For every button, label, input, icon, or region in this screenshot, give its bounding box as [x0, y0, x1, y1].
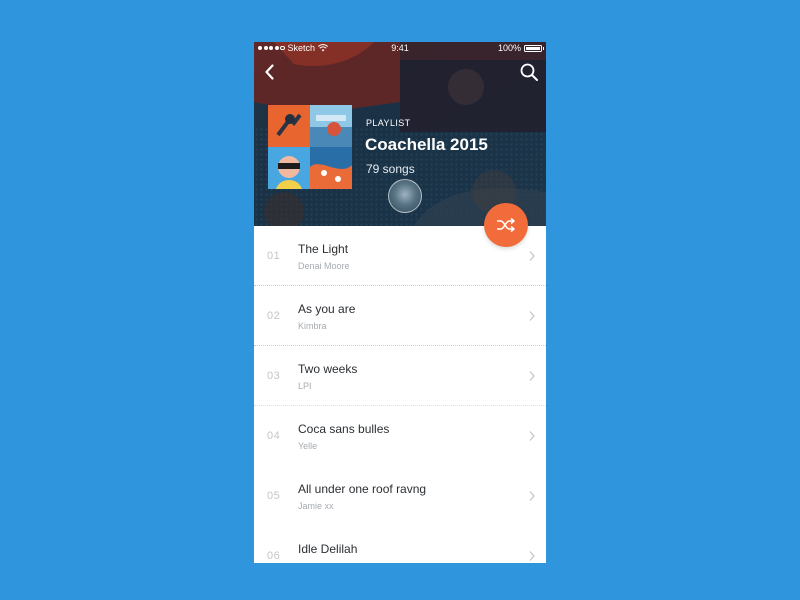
- chevron-right-icon: [529, 491, 535, 501]
- chevron-right-icon: [529, 551, 535, 561]
- playlist-cover-collage: [268, 105, 352, 189]
- track-row-6[interactable]: 06 Idle Delilah: [254, 526, 546, 563]
- playlist-header: Sketch 9:41 100% PLAYLIST Coachella 2015…: [254, 42, 546, 226]
- track-row-2[interactable]: 02 As you are Kimbra: [254, 286, 546, 346]
- chevron-right-icon: [529, 311, 535, 321]
- shuffle-icon: [497, 217, 515, 233]
- user-avatar[interactable]: [388, 179, 422, 213]
- back-chevron-icon[interactable]: [260, 62, 280, 82]
- track-artist: LPI: [298, 381, 312, 391]
- playlist-title: Coachella 2015: [365, 135, 488, 154]
- track-title: Two weeks: [298, 362, 358, 376]
- chevron-right-icon: [529, 371, 535, 381]
- track-number: 01: [267, 250, 281, 262]
- track-row-3[interactable]: 03 Two weeks LPI: [254, 346, 546, 406]
- track-title: Idle Delilah: [298, 542, 358, 556]
- chevron-right-icon: [529, 431, 535, 441]
- track-artist: Kimbra: [298, 321, 327, 331]
- shuffle-button[interactable]: [484, 203, 528, 247]
- cover-art-4: [310, 147, 352, 189]
- track-title: As you are: [298, 302, 356, 316]
- chevron-right-icon: [529, 251, 535, 261]
- track-row-5[interactable]: 05 All under one roof ravng Jamie xx: [254, 466, 546, 526]
- cover-art-1: [268, 105, 310, 147]
- track-row-4[interactable]: 04 Coca sans bulles Yelle: [254, 406, 546, 466]
- track-number: 05: [267, 490, 281, 502]
- search-icon[interactable]: [518, 61, 540, 83]
- battery-icon: [524, 44, 544, 52]
- cover-art-3: [268, 147, 310, 189]
- track-number: 02: [267, 310, 281, 322]
- track-artist: Denai Moore: [298, 261, 350, 271]
- battery-status: 100%: [497, 42, 544, 54]
- track-list: 01 The Light Denai Moore 02 As you are K…: [254, 226, 546, 563]
- battery-percent: 100%: [497, 43, 521, 53]
- track-number: 03: [267, 370, 281, 382]
- playlist-eyebrow: PLAYLIST: [366, 118, 411, 128]
- track-title: The Light: [298, 242, 349, 256]
- track-number: 06: [267, 550, 281, 562]
- track-artist: Jamie xx: [298, 501, 334, 511]
- status-bar: Sketch 9:41 100%: [254, 42, 546, 54]
- track-artist: Yelle: [298, 441, 318, 451]
- track-title: All under one roof ravng: [298, 482, 427, 496]
- phone-screen: Sketch 9:41 100% PLAYLIST Coachella 2015…: [254, 42, 546, 563]
- cover-art-2: [310, 105, 352, 147]
- playlist-song-count: 79 songs: [366, 162, 415, 176]
- track-title: Coca sans bulles: [298, 422, 390, 436]
- track-number: 04: [267, 430, 281, 442]
